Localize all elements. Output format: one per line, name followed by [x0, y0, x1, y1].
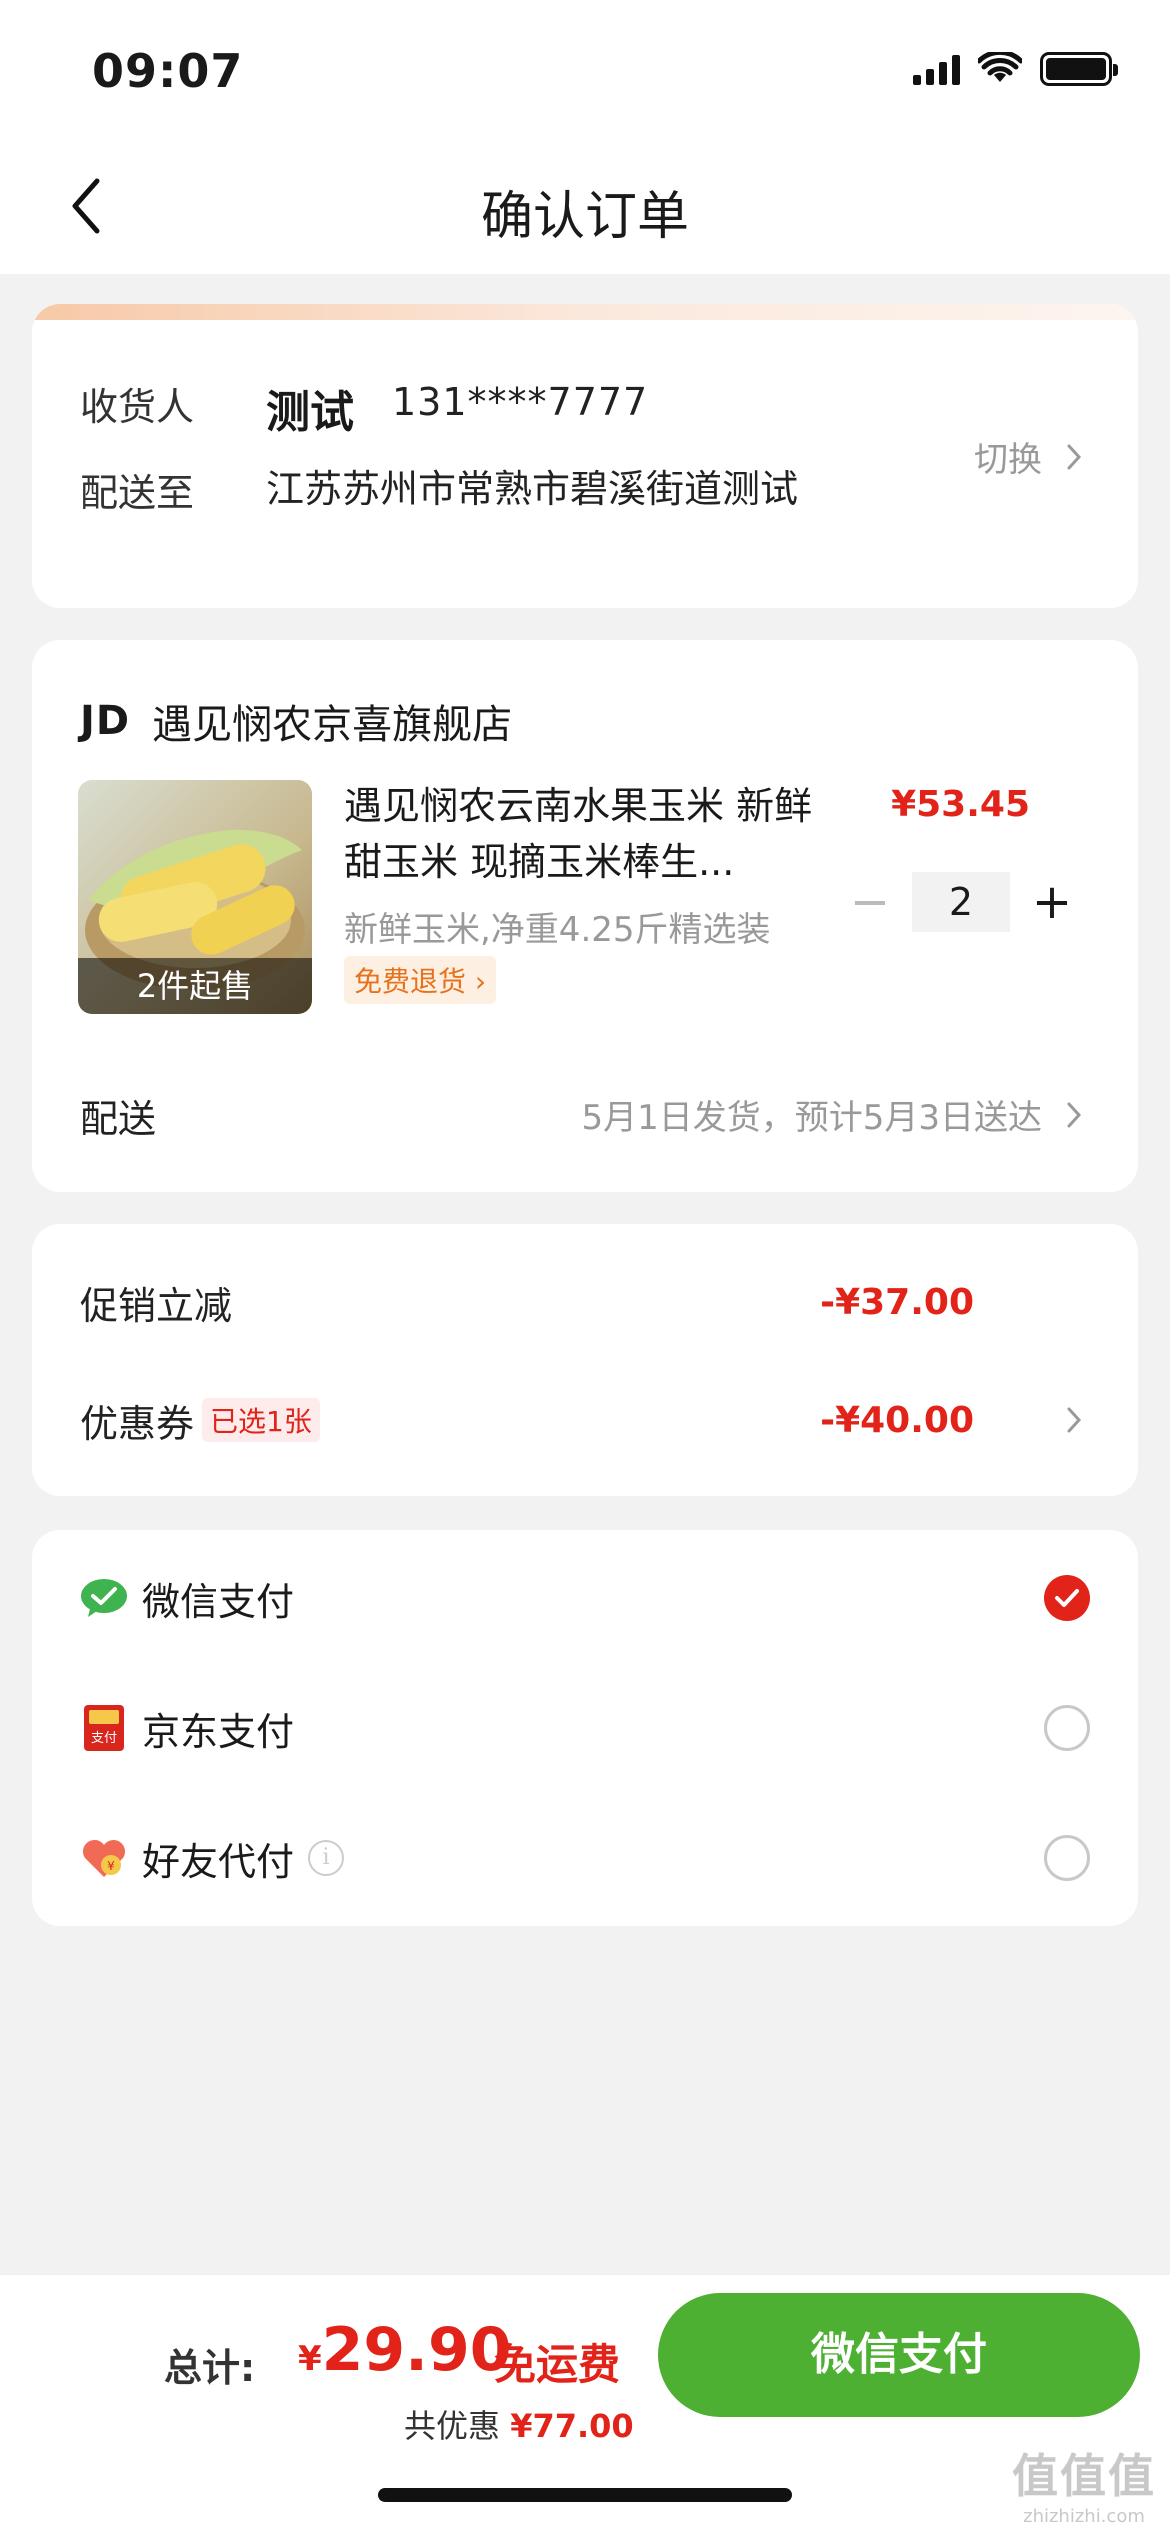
watermark-sub: zhizhizhi.com	[1023, 2506, 1145, 2527]
free-return-tag: 免费退货 ›	[344, 956, 497, 1004]
delivery-label: 配送	[80, 1097, 157, 1141]
payment-radio[interactable]	[1044, 1835, 1090, 1881]
jd-pay-icon: 支付	[80, 1704, 128, 1752]
coupon-row[interactable]: 优惠券 已选1张 -¥40.00	[80, 1390, 1082, 1450]
payment-radio[interactable]	[1044, 1705, 1090, 1751]
payment-label: 微信支付	[142, 1579, 295, 1624]
store-row[interactable]: JD 遇见悯农京喜旗舰店	[80, 692, 512, 750]
wechat-pay-icon	[80, 1574, 128, 1622]
decrease-quantity-button[interactable]: −	[840, 872, 900, 932]
promo-row: 促销立减 -¥37.00	[80, 1272, 1082, 1332]
svg-text:¥: ¥	[107, 1859, 115, 1873]
receiver-label: 收货人	[80, 385, 195, 429]
product-title[interactable]: 遇见悯农云南水果玉米 新鲜甜玉米 现摘玉米棒生...	[344, 778, 844, 890]
address-text: 江苏苏州市常熟市碧溪街道测试	[266, 467, 799, 511]
info-icon[interactable]: i	[308, 1840, 345, 1876]
discount-card: 促销立减 -¥37.00 优惠券 已选1张 -¥40.00	[32, 1224, 1138, 1496]
total-label: 总计:	[164, 2346, 256, 2390]
switch-label: 切换	[974, 440, 1042, 480]
payment-label: 好友代付	[142, 1839, 295, 1884]
coupon-selected-tag: 已选1张	[202, 1398, 320, 1442]
payment-radio-checked[interactable]	[1044, 1575, 1090, 1621]
product-spec: 新鲜玉米,净重4.25斤精选装	[344, 910, 771, 950]
quantity-value[interactable]: 2	[912, 872, 1010, 932]
nav-bar: 确认订单	[0, 140, 1170, 274]
total-value: 29.90	[321, 2315, 512, 2385]
free-return-label: 免费退货	[354, 965, 467, 998]
watermark-main: 值值值	[1012, 2449, 1156, 2503]
total-amount: ¥29.90	[298, 2315, 511, 2385]
store-name: 遇见悯农京喜旗舰店	[152, 702, 513, 748]
receiver-name: 测试	[266, 387, 354, 438]
cellular-signal-icon	[913, 53, 960, 85]
payment-label: 京东支付	[142, 1709, 295, 1754]
wifi-icon	[978, 52, 1022, 82]
chevron-right-icon: ›	[474, 965, 487, 998]
currency-symbol: ¥	[298, 2339, 322, 2379]
status-time: 09:07	[92, 44, 244, 98]
product-price: ¥53.45	[891, 784, 1030, 825]
jd-logo: JD	[80, 698, 131, 744]
payment-option-friend[interactable]: ¥ 好友代付 i	[80, 1826, 1090, 1890]
coupon-label: 优惠券	[80, 1401, 195, 1446]
status-bar: 09:07	[0, 0, 1170, 140]
promo-value: -¥37.00	[820, 1281, 974, 1323]
saving-amount: ¥77.00	[510, 2407, 634, 2445]
quantity-stepper[interactable]: − 2 +	[840, 872, 1082, 932]
deliver-to-label: 配送至	[80, 471, 195, 515]
product-image[interactable]: 2件起售	[78, 780, 312, 1014]
min-purchase-badge: 2件起售	[78, 958, 312, 1014]
home-indicator[interactable]	[378, 2488, 792, 2502]
chevron-right-icon	[1067, 444, 1082, 469]
pay-button[interactable]: 微信支付	[658, 2293, 1140, 2417]
friend-pay-icon: ¥	[80, 1834, 128, 1882]
payment-methods-card: 微信支付 支付 京东支付 ¥ 好友代付 i	[32, 1530, 1138, 1926]
delivery-info: 5月1日发货，预计5月3日送达	[581, 1098, 1042, 1138]
total-saving: 共优惠 ¥77.00	[404, 2401, 634, 2447]
promo-label: 促销立减	[80, 1283, 233, 1328]
chevron-right-icon	[1067, 1407, 1082, 1433]
free-shipping-label: 免运费	[494, 2340, 621, 2389]
status-icons	[913, 52, 1118, 86]
address-card-stripe	[32, 304, 1138, 320]
payment-option-jd[interactable]: 支付 京东支付	[80, 1696, 1090, 1760]
address-card[interactable]: 收货人 测试 131****7777 配送至 江苏苏州市常熟市碧溪街道测试 切换	[32, 304, 1138, 608]
receiver-phone: 131****7777	[392, 380, 649, 424]
watermark: 值值值 zhizhizhi.com	[1012, 2440, 1156, 2527]
page-title: 确认订单	[480, 187, 689, 247]
switch-address-button[interactable]: 切换	[974, 432, 1082, 481]
increase-quantity-button[interactable]: +	[1022, 872, 1082, 932]
payment-option-wechat[interactable]: 微信支付	[80, 1566, 1090, 1630]
battery-icon	[1040, 52, 1118, 86]
chevron-right-icon	[1067, 1102, 1082, 1127]
order-card: JD 遇见悯农京喜旗舰店 2件起售 遇见悯农云南水果玉米 新鲜甜玉米 现摘玉米棒…	[32, 640, 1138, 1192]
delivery-info-row[interactable]: 5月1日发货，预计5月3日送达	[581, 1090, 1082, 1139]
saving-label: 共优惠	[404, 2407, 501, 2445]
svg-text:支付: 支付	[91, 1731, 117, 1746]
coupon-value: -¥40.00	[820, 1399, 974, 1441]
